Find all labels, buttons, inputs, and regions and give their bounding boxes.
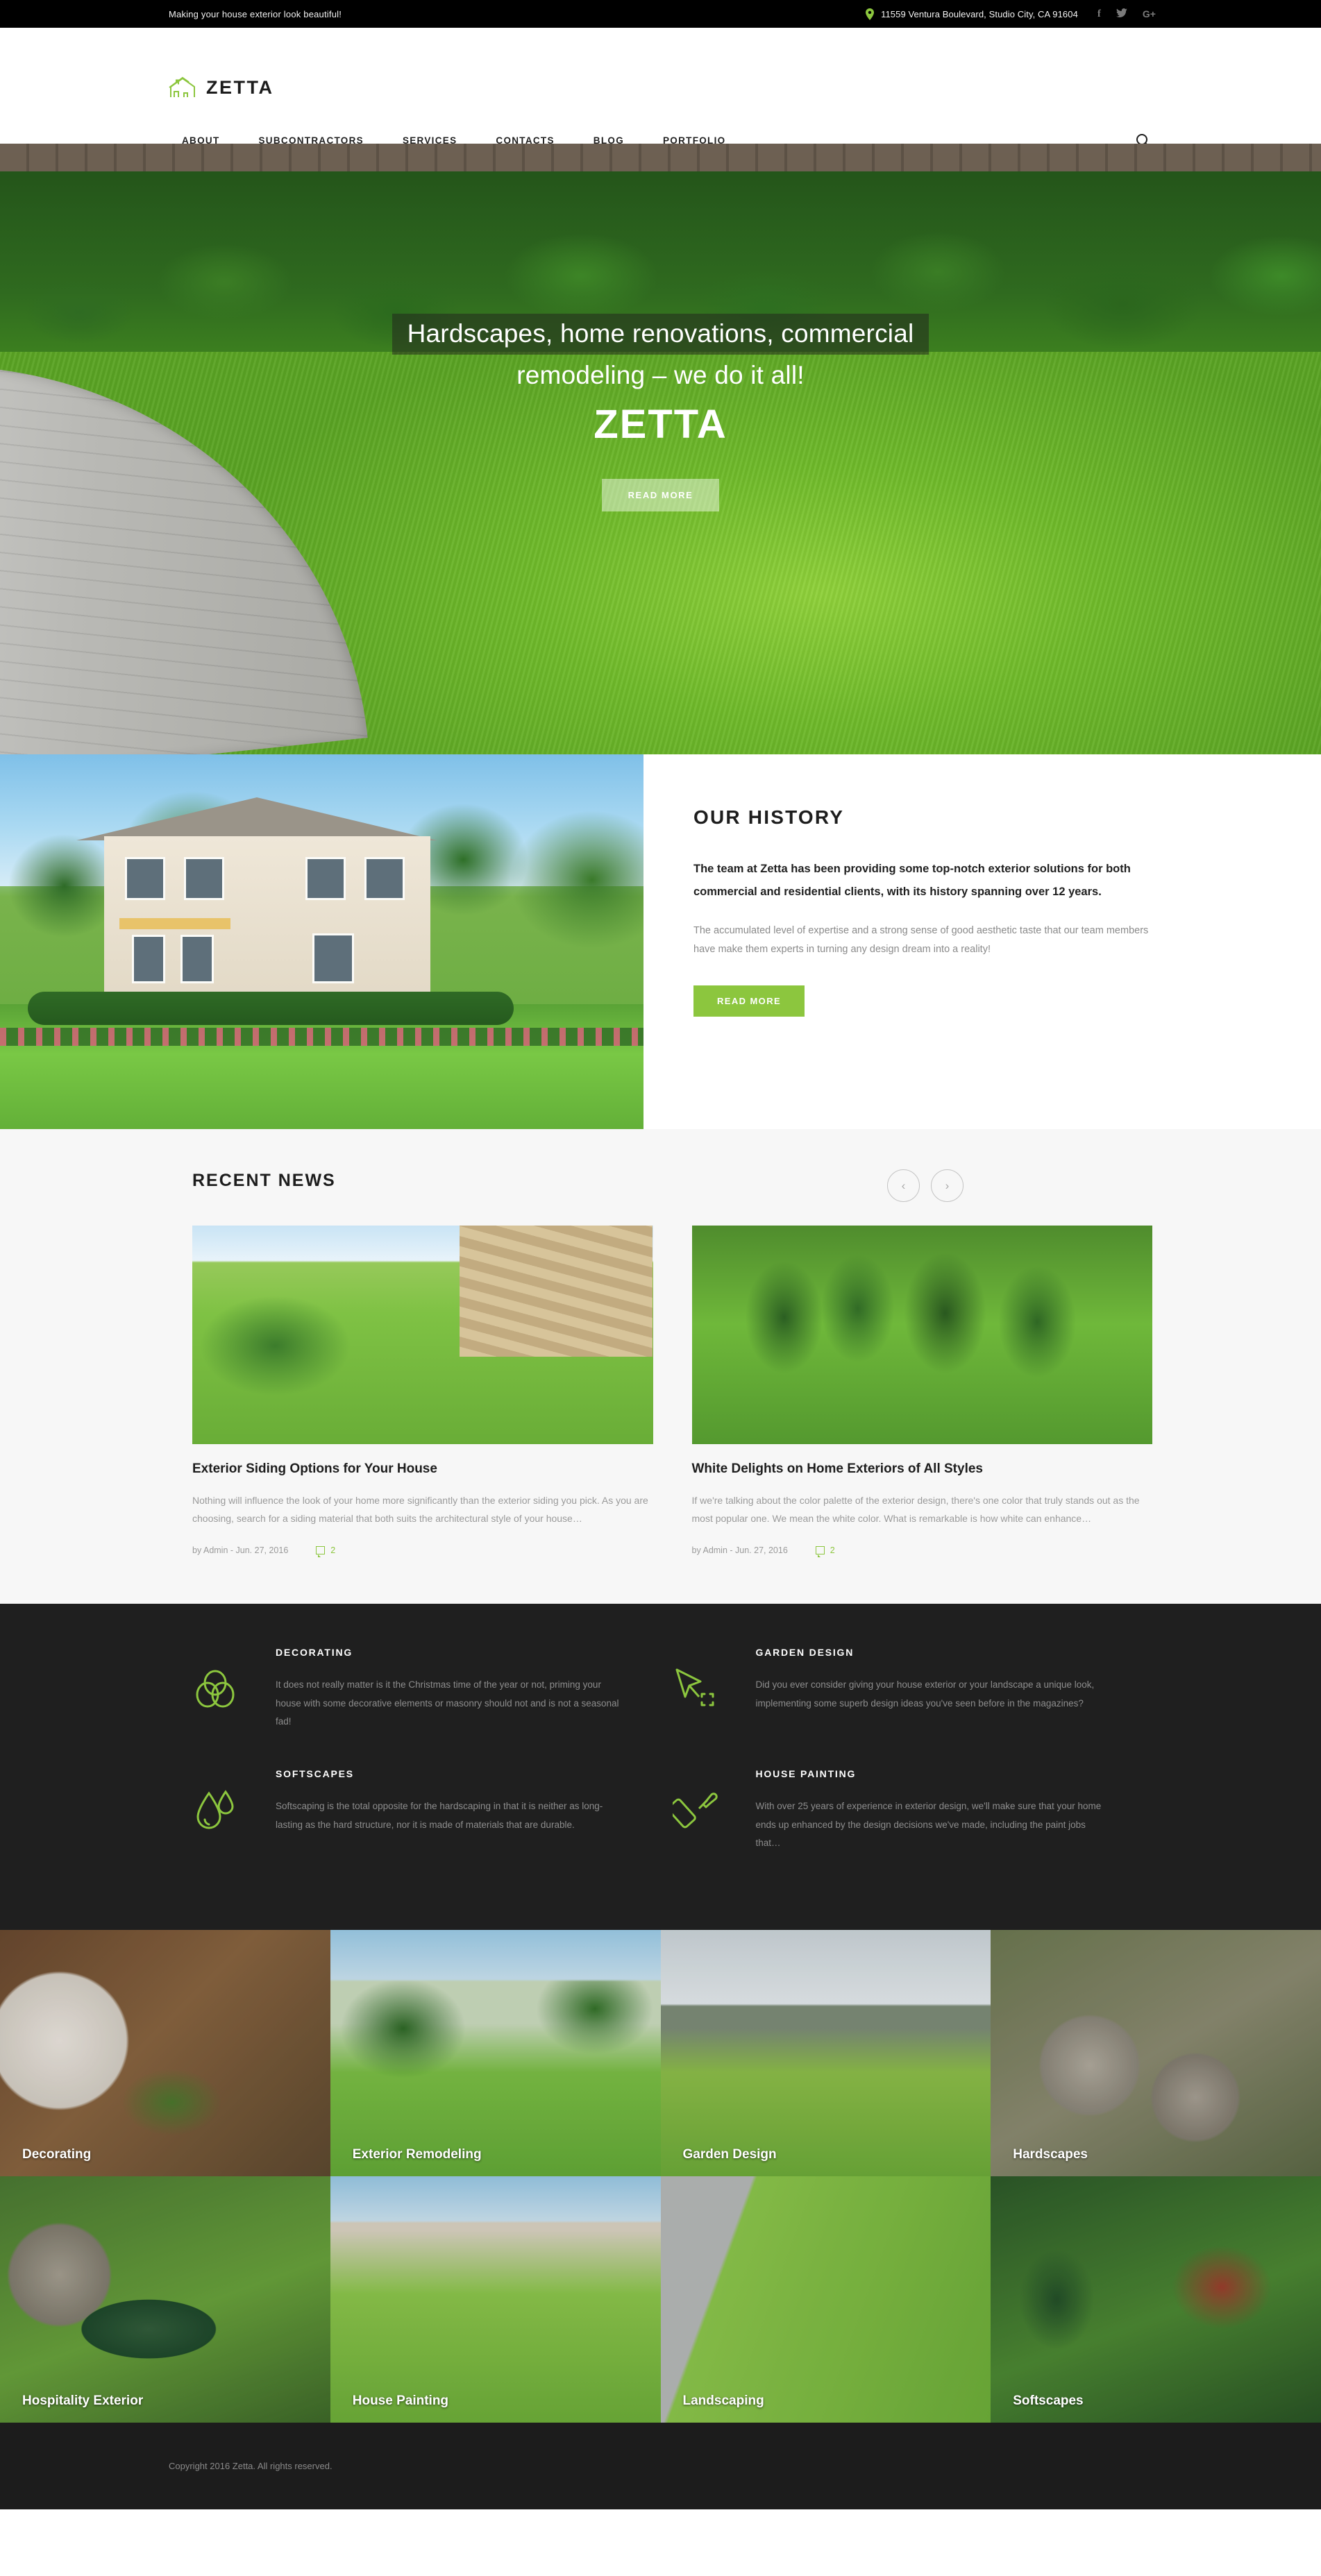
overlapping-circles-icon [192, 1647, 276, 1731]
hero-headline-line2: remodeling – we do it all! [516, 360, 805, 389]
news-heading[interactable]: White Delights on Home Exteriors of All … [692, 1461, 1153, 1478]
gallery-label: Hardscapes [1013, 2147, 1088, 2162]
gallery-label: Garden Design [682, 2147, 777, 2162]
news-byline: by Admin - Jun. 27, 2016 [192, 1545, 289, 1556]
recent-news-section: RECENT NEWS ‹ › Exterior Siding Options … [0, 1129, 1321, 1604]
service-text: Softscaping is the total opposite for th… [276, 1801, 603, 1830]
news-carousel-controls: ‹ › [887, 1169, 964, 1202]
news-excerpt: If we're talking about the color palette… [691, 1494, 1140, 1524]
twitter-icon[interactable] [1116, 8, 1127, 20]
history-lead-paragraph: The team at Zetta has been providing som… [693, 863, 1131, 898]
news-byline: by Admin - Jun. 27, 2016 [691, 1545, 788, 1556]
gallery-item-hospitality-exterior[interactable]: Hospitality Exterior [0, 2176, 330, 2423]
service-text: Did you ever consider giving your house … [755, 1679, 1095, 1709]
top-bar: Making your house exterior look beautifu… [0, 0, 1321, 28]
news-thumbnail[interactable] [192, 1226, 653, 1444]
chevron-left-icon[interactable]: ‹ [887, 1169, 920, 1202]
news-card: White Delights on Home Exteriors of All … [691, 1226, 1153, 1558]
location-pin-icon [865, 8, 875, 20]
service-item-softscapes: SOFTSCAPES Softscaping is the total oppo… [192, 1768, 673, 1852]
news-card-grid: Exterior Siding Options for Your House N… [192, 1226, 1153, 1558]
service-item-decorating: DECORATING It does not really matter is … [192, 1647, 673, 1731]
history-title: OUR HISTORY [693, 806, 845, 828]
gallery-label: Exterior Remodeling [352, 2147, 482, 2162]
hero-headline-line1: Hardscapes, home renovations, commercial [392, 314, 929, 355]
service-title: GARDEN DESIGN [755, 1647, 855, 1659]
gallery-item-softscapes[interactable]: Softscapes [991, 2176, 1321, 2423]
gallery-item-landscaping[interactable]: Landscaping [660, 2176, 991, 2423]
hero-brand-title: ZETTA [594, 402, 727, 448]
history-text-column: OUR HISTORY The team at Zetta has been p… [643, 754, 1321, 1129]
news-comment-count[interactable]: 2 [815, 1545, 835, 1558]
gallery-label: Softscapes [1013, 2393, 1084, 2409]
comment-count-value: 2 [830, 1545, 835, 1556]
news-excerpt: Nothing will influence the look of your … [192, 1494, 648, 1524]
gallery-label: Landscaping [682, 2393, 764, 2409]
history-image [0, 754, 643, 1129]
gallery-item-decorating[interactable]: Decorating [0, 1930, 330, 2177]
news-comment-count[interactable]: 2 [316, 1545, 336, 1558]
gallery-label: Decorating [22, 2147, 92, 2162]
service-item-house-painting: HOUSE PAINTING With over 25 years of exp… [666, 1768, 1153, 1852]
hero-banner: Hardscapes, home renovations, commercial… [0, 144, 1321, 754]
social-links: f G+ [1097, 8, 1156, 20]
tagline: Making your house exterior look beautifu… [169, 8, 342, 19]
topbar-right-group: 11559 Ventura Boulevard, Studio City, CA… [865, 8, 1156, 20]
facebook-icon[interactable]: f [1097, 8, 1101, 19]
history-body-paragraph: The accumulated level of expertise and a… [693, 925, 1149, 955]
services-grid: DECORATING It does not really matter is … [192, 1647, 1152, 1890]
news-meta: by Admin - Jun. 27, 2016 2 [192, 1545, 653, 1558]
page-root: Making your house exterior look beautifu… [0, 0, 1321, 2510]
news-card: Exterior Siding Options for Your House N… [192, 1226, 653, 1558]
news-meta: by Admin - Jun. 27, 2016 2 [691, 1545, 1153, 1558]
gallery-label: House Painting [352, 2393, 449, 2409]
comment-bubble-icon [815, 1546, 825, 1558]
gallery-item-garden-design[interactable]: Garden Design [660, 1930, 991, 2177]
address-text: 11559 Ventura Boulevard, Studio City, CA… [881, 8, 1078, 19]
history-read-more-button[interactable]: READ MORE [693, 985, 805, 1017]
site-footer: Copyright 2016 Zetta. All rights reserve… [0, 2423, 1321, 2510]
service-text: It does not really matter is it the Chri… [276, 1679, 619, 1727]
service-title: SOFTSCAPES [276, 1768, 354, 1780]
service-title: HOUSE PAINTING [755, 1768, 857, 1780]
copyright-text: Copyright 2016 Zetta. All rights reserve… [169, 2461, 333, 2472]
gallery-label: Hospitality Exterior [22, 2393, 144, 2409]
site-header: ZETTA ABOUT SUBCONTRACTORS SERVICES CONT… [0, 28, 1321, 149]
gallery-item-hardscapes[interactable]: Hardscapes [991, 1930, 1321, 2177]
comment-count-value: 2 [330, 1545, 336, 1556]
services-section: DECORATING It does not really matter is … [0, 1604, 1321, 1931]
logo-text: ZETTA [206, 76, 274, 98]
paint-brush-icon [666, 1768, 756, 1852]
service-text: With over 25 years of experience in exte… [755, 1801, 1102, 1849]
service-item-garden-design: GARDEN DESIGN Did you ever consider givi… [673, 1647, 1153, 1731]
news-heading[interactable]: Exterior Siding Options for Your House [192, 1461, 653, 1478]
hero-content: Hardscapes, home renovations, commercial… [0, 144, 1321, 511]
portfolio-gallery: Decorating Exterior Remodeling Garden De… [0, 1930, 1321, 2423]
cursor-arrow-icon [673, 1647, 756, 1731]
google-plus-icon[interactable]: G+ [1143, 9, 1156, 19]
gallery-item-house-painting[interactable]: House Painting [330, 2176, 661, 2423]
logo[interactable]: ZETTA [169, 76, 274, 99]
history-section: OUR HISTORY The team at Zetta has been p… [0, 754, 1321, 1129]
hero-read-more-button[interactable]: READ MORE [601, 478, 720, 511]
gallery-item-exterior-remodeling[interactable]: Exterior Remodeling [330, 1930, 661, 2177]
water-drops-icon [192, 1768, 276, 1852]
house-outline-icon [169, 76, 198, 99]
chevron-right-icon[interactable]: › [931, 1169, 964, 1202]
service-title: DECORATING [276, 1647, 353, 1659]
news-thumbnail[interactable] [691, 1226, 1152, 1444]
recent-news-title: RECENT NEWS [192, 1171, 336, 1190]
comment-bubble-icon [316, 1546, 326, 1558]
